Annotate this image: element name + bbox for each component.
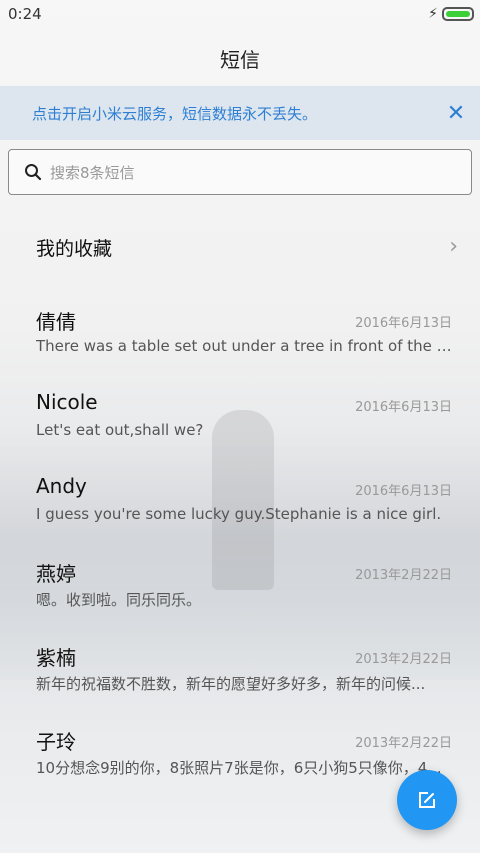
conversation-date: 2013年2月22日 — [355, 736, 452, 751]
search-input[interactable]: 搜索8条短信 — [8, 149, 472, 195]
conversation-snippet: I guess you're some lucky guy.Stephanie … — [36, 505, 442, 523]
compose-button[interactable] — [397, 770, 457, 830]
conversation-item[interactable]: Nicole 2016年6月13日 Let's eat out,shall we… — [0, 376, 480, 460]
conversation-date: 2013年2月22日 — [355, 568, 452, 583]
chevron-right-icon: › — [449, 234, 458, 259]
status-time: 0:24 — [8, 5, 42, 23]
conversation-name: 倩倩 — [36, 310, 76, 334]
favorites-item[interactable]: 我的收藏 › — [0, 210, 480, 280]
conversation-snippet: 10分想念9别的你，8张照片7张是你，6只小狗5只像你，4... — [36, 759, 442, 777]
conversation-snippet: There was a table set out under a tree i… — [36, 337, 452, 355]
conversation-name: Andy — [36, 474, 87, 498]
conversation-name: Nicole — [36, 390, 98, 414]
banner-text[interactable]: 点击开启小米云服务，短信数据永不丢失。 — [32, 103, 317, 124]
close-icon[interactable]: ✕ — [442, 100, 470, 128]
battery-icon — [442, 7, 474, 21]
conversation-snippet: Let's eat out,shall we? — [36, 421, 204, 439]
conversation-date: 2016年6月13日 — [355, 400, 452, 415]
search-icon — [25, 164, 42, 181]
favorites-label: 我的收藏 — [36, 238, 113, 260]
conversation-name: 子玲 — [36, 730, 76, 754]
title-bar: 短信 — [0, 28, 480, 84]
conversation-name: 紫楠 — [36, 646, 76, 670]
conversation-date: 2016年6月13日 — [355, 484, 452, 499]
status-bar: 0:24 ⚡ — [0, 0, 480, 28]
battery-fill — [446, 11, 470, 17]
conversation-item[interactable]: 倩倩 2016年6月13日 There was a table set out … — [0, 292, 480, 376]
conversation-date: 2013年2月22日 — [355, 652, 452, 667]
conversation-item[interactable]: Andy 2016年6月13日 I guess you're some luck… — [0, 460, 480, 544]
conversation-item[interactable]: 紫楠 2013年2月22日 新年的祝福数不胜数，新年的愿望好多好多，新年的问候.… — [0, 628, 480, 712]
conversation-item[interactable]: 燕婷 2013年2月22日 嗯。收到啦。同乐同乐。 — [0, 544, 480, 628]
bolt-icon: ⚡ — [428, 6, 438, 22]
page-title: 短信 — [220, 48, 260, 72]
cloud-service-banner[interactable]: 点击开启小米云服务，短信数据永不丢失。 ✕ — [0, 86, 480, 140]
conversation-date: 2016年6月13日 — [355, 316, 452, 331]
conversation-name: 燕婷 — [36, 562, 76, 586]
conversation-snippet: 新年的祝福数不胜数，新年的愿望好多好多，新年的问候... — [36, 675, 426, 693]
conversation-snippet: 嗯。收到啦。同乐同乐。 — [36, 591, 202, 609]
search-placeholder: 搜索8条短信 — [50, 164, 135, 182]
compose-icon — [419, 792, 435, 808]
